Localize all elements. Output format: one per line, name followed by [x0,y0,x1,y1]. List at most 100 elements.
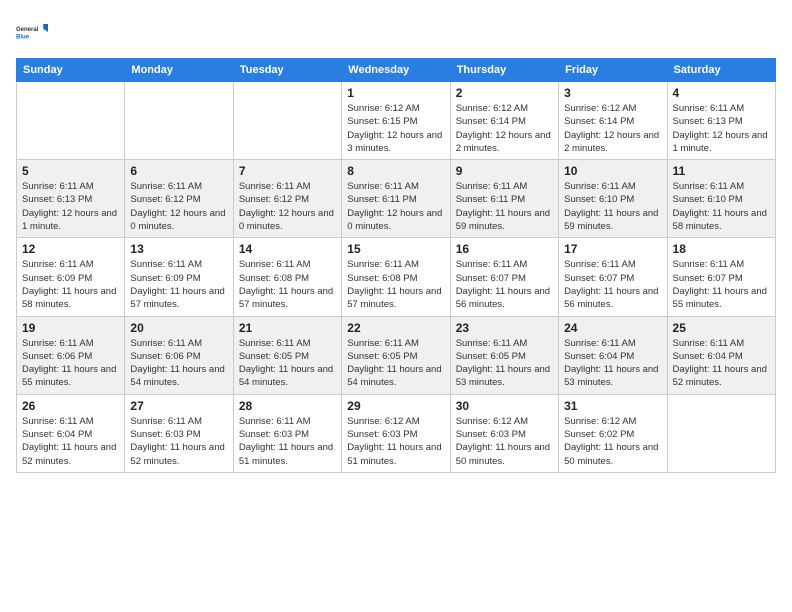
day-info: Sunrise: 6:12 AM Sunset: 6:15 PM Dayligh… [347,102,444,155]
day-info: Sunrise: 6:11 AM Sunset: 6:12 PM Dayligh… [239,180,336,233]
day-number: 22 [347,321,444,335]
day-info: Sunrise: 6:11 AM Sunset: 6:13 PM Dayligh… [673,102,770,155]
day-info: Sunrise: 6:11 AM Sunset: 6:05 PM Dayligh… [347,337,444,390]
day-cell: 26 Sunrise: 6:11 AM Sunset: 6:04 PM Dayli… [17,394,125,472]
day-info: Sunrise: 6:11 AM Sunset: 6:11 PM Dayligh… [456,180,553,233]
week-row-2: 5 Sunrise: 6:11 AM Sunset: 6:13 PM Daylig… [17,160,776,238]
day-number: 31 [564,399,661,413]
day-info: Sunrise: 6:11 AM Sunset: 6:07 PM Dayligh… [456,258,553,311]
day-cell: 2 Sunrise: 6:12 AM Sunset: 6:14 PM Daylig… [450,82,558,160]
week-row-3: 12 Sunrise: 6:11 AM Sunset: 6:09 PM Dayli… [17,238,776,316]
day-cell: 1 Sunrise: 6:12 AM Sunset: 6:15 PM Daylig… [342,82,450,160]
day-info: Sunrise: 6:11 AM Sunset: 6:07 PM Dayligh… [673,258,770,311]
svg-text:Blue: Blue [16,34,30,40]
day-cell: 7 Sunrise: 6:11 AM Sunset: 6:12 PM Daylig… [233,160,341,238]
day-cell [233,82,341,160]
day-cell: 12 Sunrise: 6:11 AM Sunset: 6:09 PM Dayli… [17,238,125,316]
weekday-header-tuesday: Tuesday [233,59,341,82]
day-cell: 21 Sunrise: 6:11 AM Sunset: 6:05 PM Dayli… [233,316,341,394]
logo-icon: GeneralBlue [16,16,48,48]
day-cell [667,394,775,472]
day-number: 26 [22,399,119,413]
day-number: 13 [130,242,227,256]
weekday-header-monday: Monday [125,59,233,82]
day-cell: 19Sunrise: 6:11 AM Sunset: 6:06 PM Dayli… [17,316,125,394]
day-number: 5 [22,164,119,178]
day-number: 15 [347,242,444,256]
day-info: Sunrise: 6:11 AM Sunset: 6:10 PM Dayligh… [673,180,770,233]
day-cell: 20Sunrise: 6:11 AM Sunset: 6:06 PM Dayli… [125,316,233,394]
day-info: Sunrise: 6:11 AM Sunset: 6:04 PM Dayligh… [673,337,770,390]
day-cell: 22 Sunrise: 6:11 AM Sunset: 6:05 PM Dayli… [342,316,450,394]
day-number: 3 [564,86,661,100]
week-row-4: 19Sunrise: 6:11 AM Sunset: 6:06 PM Dayli… [17,316,776,394]
day-info: Sunrise: 6:11 AM Sunset: 6:04 PM Dayligh… [564,337,661,390]
day-info: Sunrise: 6:11 AM Sunset: 6:11 PM Dayligh… [347,180,444,233]
day-cell: 25 Sunrise: 6:11 AM Sunset: 6:04 PM Dayli… [667,316,775,394]
day-number: 1 [347,86,444,100]
day-number: 2 [456,86,553,100]
day-info: Sunrise: 6:11 AM Sunset: 6:08 PM Dayligh… [239,258,336,311]
day-cell: 10 Sunrise: 6:11 AM Sunset: 6:10 PM Dayli… [559,160,667,238]
day-info: Sunrise: 6:11 AM Sunset: 6:09 PM Dayligh… [130,258,227,311]
day-info: Sunrise: 6:11 AM Sunset: 6:05 PM Dayligh… [456,337,553,390]
day-info: Sunrise: 6:11 AM Sunset: 6:13 PM Dayligh… [22,180,119,233]
day-cell: 17Sunrise: 6:11 AM Sunset: 6:07 PM Dayli… [559,238,667,316]
week-row-1: 1 Sunrise: 6:12 AM Sunset: 6:15 PM Daylig… [17,82,776,160]
day-cell: 31 Sunrise: 6:12 AM Sunset: 6:02 PM Dayli… [559,394,667,472]
weekday-header-thursday: Thursday [450,59,558,82]
day-cell: 3Sunrise: 6:12 AM Sunset: 6:14 PM Daylig… [559,82,667,160]
day-info: Sunrise: 6:12 AM Sunset: 6:03 PM Dayligh… [456,415,553,468]
day-number: 14 [239,242,336,256]
day-info: Sunrise: 6:11 AM Sunset: 6:03 PM Dayligh… [130,415,227,468]
day-cell: 30Sunrise: 6:12 AM Sunset: 6:03 PM Dayli… [450,394,558,472]
day-info: Sunrise: 6:12 AM Sunset: 6:03 PM Dayligh… [347,415,444,468]
day-cell: 29Sunrise: 6:12 AM Sunset: 6:03 PM Dayli… [342,394,450,472]
day-number: 4 [673,86,770,100]
calendar-table: SundayMondayTuesdayWednesdayThursdayFrid… [16,58,776,473]
day-number: 18 [673,242,770,256]
weekday-header-friday: Friday [559,59,667,82]
day-info: Sunrise: 6:11 AM Sunset: 6:09 PM Dayligh… [22,258,119,311]
svg-text:General: General [16,27,39,33]
day-number: 25 [673,321,770,335]
day-cell: 16Sunrise: 6:11 AM Sunset: 6:07 PM Dayli… [450,238,558,316]
day-info: Sunrise: 6:12 AM Sunset: 6:02 PM Dayligh… [564,415,661,468]
day-number: 12 [22,242,119,256]
day-number: 28 [239,399,336,413]
weekday-header-wednesday: Wednesday [342,59,450,82]
week-row-5: 26 Sunrise: 6:11 AM Sunset: 6:04 PM Dayli… [17,394,776,472]
day-cell: 14 Sunrise: 6:11 AM Sunset: 6:08 PM Dayli… [233,238,341,316]
day-number: 27 [130,399,227,413]
day-number: 9 [456,164,553,178]
day-cell: 8 Sunrise: 6:11 AM Sunset: 6:11 PM Daylig… [342,160,450,238]
day-cell: 27 Sunrise: 6:11 AM Sunset: 6:03 PM Dayli… [125,394,233,472]
day-info: Sunrise: 6:11 AM Sunset: 6:10 PM Dayligh… [564,180,661,233]
day-cell: 9 Sunrise: 6:11 AM Sunset: 6:11 PM Daylig… [450,160,558,238]
day-info: Sunrise: 6:11 AM Sunset: 6:08 PM Dayligh… [347,258,444,311]
day-number: 8 [347,164,444,178]
day-number: 10 [564,164,661,178]
day-info: Sunrise: 6:11 AM Sunset: 6:06 PM Dayligh… [22,337,119,390]
day-cell: 5 Sunrise: 6:11 AM Sunset: 6:13 PM Daylig… [17,160,125,238]
day-number: 20 [130,321,227,335]
day-info: Sunrise: 6:11 AM Sunset: 6:05 PM Dayligh… [239,337,336,390]
day-cell: 13 Sunrise: 6:11 AM Sunset: 6:09 PM Dayli… [125,238,233,316]
day-cell: 28 Sunrise: 6:11 AM Sunset: 6:03 PM Dayli… [233,394,341,472]
day-number: 7 [239,164,336,178]
day-cell: 4 Sunrise: 6:11 AM Sunset: 6:13 PM Daylig… [667,82,775,160]
day-number: 21 [239,321,336,335]
day-cell: 6Sunrise: 6:11 AM Sunset: 6:12 PM Daylig… [125,160,233,238]
day-number: 11 [673,164,770,178]
day-cell: 15 Sunrise: 6:11 AM Sunset: 6:08 PM Dayli… [342,238,450,316]
day-info: Sunrise: 6:11 AM Sunset: 6:03 PM Dayligh… [239,415,336,468]
day-cell: 11 Sunrise: 6:11 AM Sunset: 6:10 PM Dayli… [667,160,775,238]
logo: GeneralBlue [16,16,48,48]
day-info: Sunrise: 6:11 AM Sunset: 6:04 PM Dayligh… [22,415,119,468]
day-info: Sunrise: 6:11 AM Sunset: 6:12 PM Dayligh… [130,180,227,233]
day-cell [125,82,233,160]
day-number: 24 [564,321,661,335]
day-cell: 23Sunrise: 6:11 AM Sunset: 6:05 PM Dayli… [450,316,558,394]
day-info: Sunrise: 6:12 AM Sunset: 6:14 PM Dayligh… [456,102,553,155]
day-cell: 24 Sunrise: 6:11 AM Sunset: 6:04 PM Dayli… [559,316,667,394]
